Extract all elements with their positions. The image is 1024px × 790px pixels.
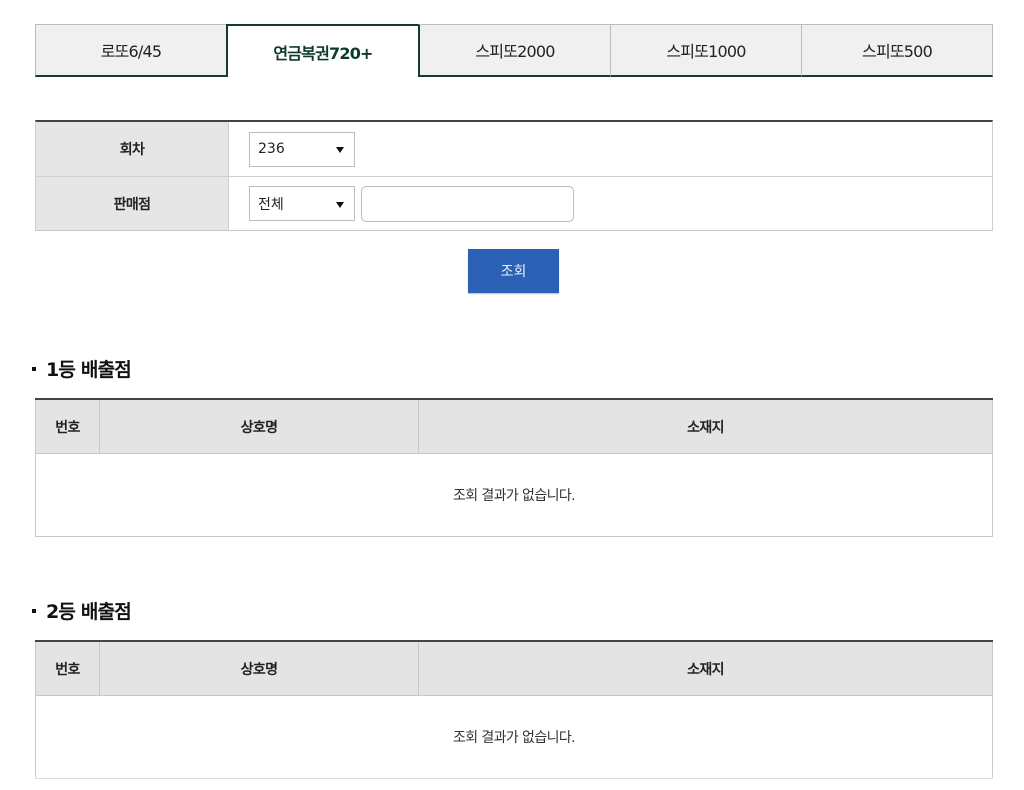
tab-speetto2000[interactable]: 스피또2000 — [418, 24, 610, 77]
store-region-select[interactable]: 전체 — [249, 186, 355, 221]
column-header-store-name: 상호명 — [99, 640, 419, 696]
column-header-location: 소재지 — [418, 398, 993, 454]
bullet-icon — [32, 366, 36, 371]
lottery-type-tabs: 로또6/45 연금복권720+ 스피또2000 스피또1000 스피또500 — [35, 24, 993, 77]
tab-speetto500[interactable]: 스피또500 — [801, 24, 993, 77]
section-title-first-prize: 1등 배출점 — [32, 355, 132, 382]
tab-speetto1000[interactable]: 스피또1000 — [610, 24, 801, 77]
store-row: 판매점 전체 — [36, 176, 992, 230]
caret-down-icon — [336, 201, 344, 208]
search-button[interactable]: 조회 — [468, 249, 559, 293]
column-header-store-name: 상호명 — [99, 398, 419, 454]
second-prize-table: 번호 상호명 소재지 조회 결과가 없습니다. — [35, 640, 993, 779]
round-select[interactable]: 236 — [249, 131, 355, 167]
caret-down-icon — [336, 147, 344, 153]
bullet-icon — [32, 608, 36, 613]
column-header-location: 소재지 — [418, 640, 993, 696]
store-region-select-value: 전체 — [258, 196, 284, 213]
round-value-cell: 236 — [229, 122, 992, 176]
lottery-winning-stores-page: 로또6/45 연금복권720+ 스피또2000 스피또1000 스피또500 회… — [0, 0, 1024, 790]
tab-lotto645[interactable]: 로또6/45 — [35, 24, 226, 77]
store-name-input[interactable] — [361, 185, 574, 222]
empty-result-message: 조회 결과가 없습니다. — [35, 695, 993, 779]
round-row: 회차 236 — [36, 122, 992, 176]
section-title-text: 1등 배출점 — [46, 359, 132, 381]
table-row: 조회 결과가 없습니다. — [35, 695, 993, 779]
column-header-number: 번호 — [35, 398, 100, 454]
store-label: 판매점 — [36, 177, 229, 230]
column-header-number: 번호 — [35, 640, 100, 696]
table-header-row: 번호 상호명 소재지 — [35, 640, 993, 696]
table-row: 조회 결과가 없습니다. — [35, 453, 993, 537]
round-label: 회차 — [36, 122, 229, 176]
section-title-second-prize: 2등 배출점 — [32, 597, 132, 624]
tab-pension720[interactable]: 연금복권720+ — [226, 24, 418, 77]
first-prize-table: 번호 상호명 소재지 조회 결과가 없습니다. — [35, 398, 993, 537]
table-header-row: 번호 상호명 소재지 — [35, 398, 993, 454]
empty-result-message: 조회 결과가 없습니다. — [35, 453, 993, 537]
section-title-text: 2등 배출점 — [46, 601, 132, 623]
search-form: 회차 236 판매점 전체 — [35, 120, 993, 231]
round-select-value: 236 — [258, 141, 285, 157]
store-value-cell: 전체 — [229, 177, 992, 230]
